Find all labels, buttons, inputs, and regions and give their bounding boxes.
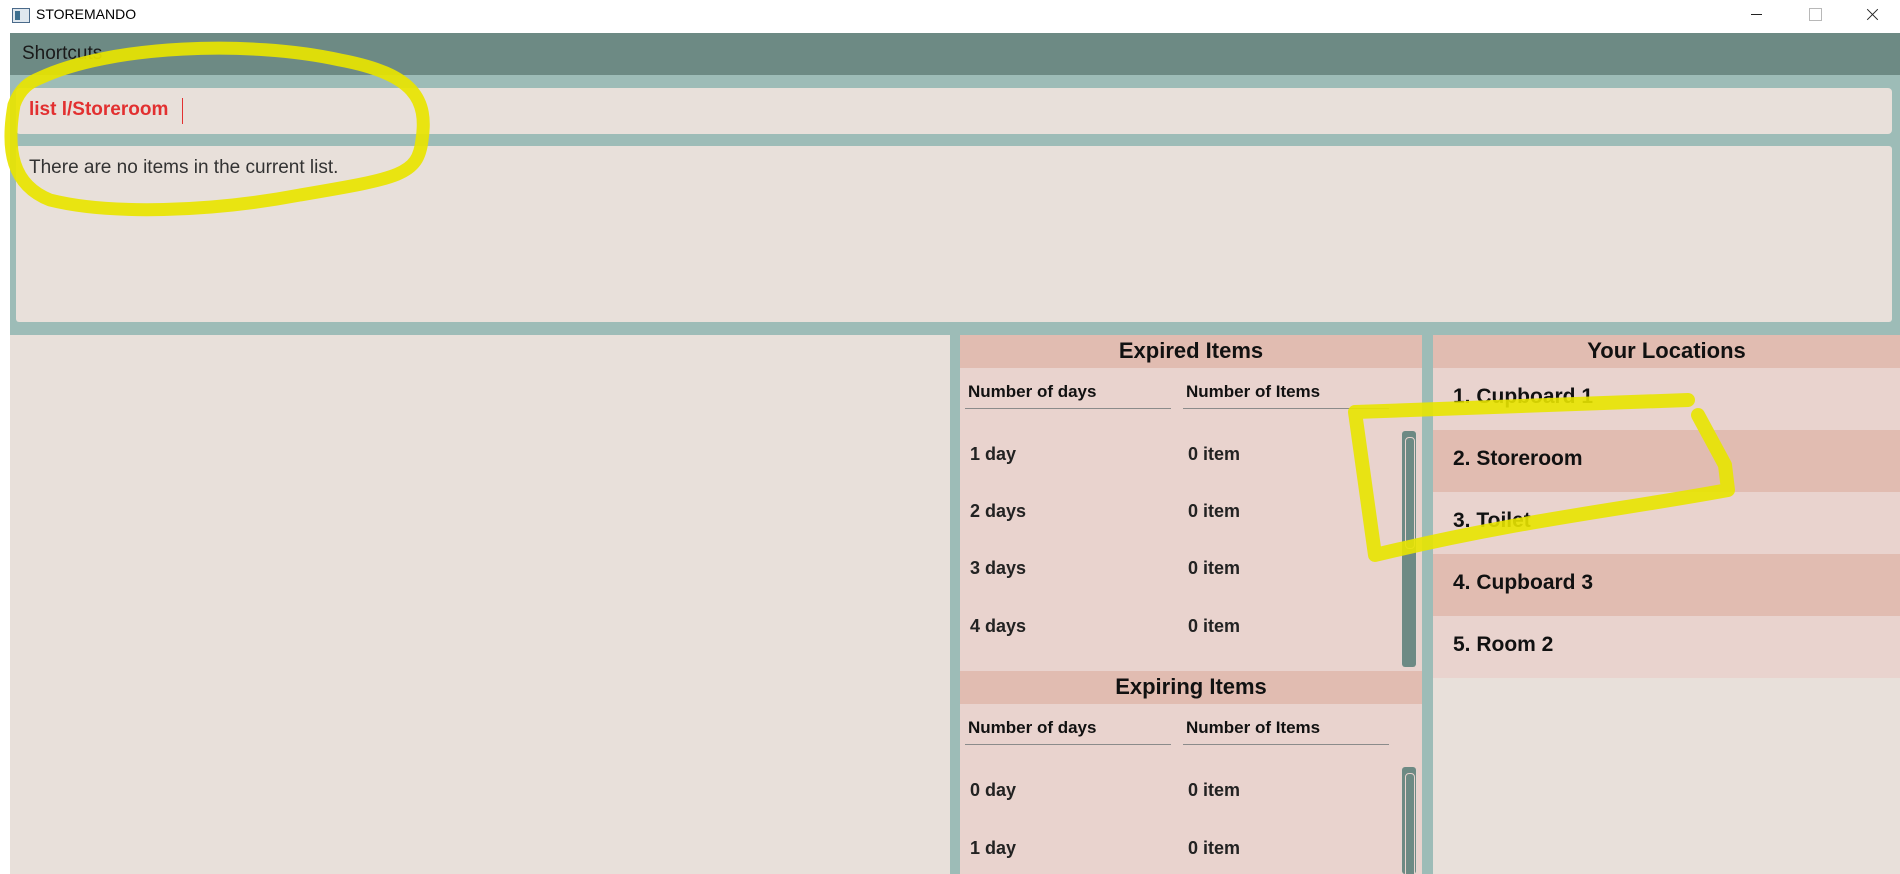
- location-item[interactable]: 5. Room 2: [1433, 616, 1900, 678]
- table-row[interactable]: 3 days 0 item: [960, 542, 1380, 599]
- expiring-table-header: Number of days Number of Items: [960, 704, 1422, 756]
- row-days: 1 day: [970, 444, 1017, 464]
- item-list-panel[interactable]: [10, 335, 950, 874]
- location-item[interactable]: 1. Cupboard 1: [1433, 368, 1900, 430]
- divider: [965, 408, 1171, 409]
- close-button[interactable]: [1843, 0, 1900, 30]
- expired-table-header: Number of days Number of Items: [960, 368, 1422, 420]
- location-item[interactable]: 4. Cupboard 3: [1433, 554, 1900, 616]
- result-message: There are no items in the current list.: [29, 157, 339, 178]
- scrollbar-thumb[interactable]: [1402, 431, 1416, 667]
- location-label: 4. Cupboard 3: [1453, 571, 1594, 594]
- divider: [1183, 744, 1389, 745]
- row-days: 1 day: [970, 838, 1017, 858]
- row-days: 2 days: [970, 501, 1027, 521]
- table-row[interactable]: 2 days 0 item: [960, 485, 1380, 542]
- row-items: 0 item: [1188, 501, 1241, 521]
- row-days: 3 days: [970, 558, 1027, 578]
- expiring-col-items: Number of Items: [1186, 718, 1321, 737]
- divider: [1183, 408, 1389, 409]
- app-icon: [12, 8, 30, 23]
- row-items: 0 item: [1188, 780, 1241, 800]
- location-item[interactable]: 2. Storeroom: [1433, 430, 1900, 492]
- table-row[interactable]: 0 day 0 item: [960, 764, 1380, 821]
- row-items: 0 item: [1188, 616, 1241, 636]
- expired-col-days: Number of days: [968, 382, 1097, 401]
- expiring-col-days: Number of days: [968, 718, 1097, 737]
- table-row[interactable]: 4 days 0 item: [960, 600, 1380, 657]
- table-row[interactable]: 1 day 0 item: [960, 428, 1380, 485]
- divider: [965, 744, 1171, 745]
- window-title: STOREMANDO: [36, 6, 137, 22]
- expiry-panel: Expired Items Number of days Number of I…: [960, 335, 1422, 874]
- location-label: 1. Cupboard 1: [1453, 385, 1594, 408]
- maximize-button[interactable]: [1785, 0, 1843, 30]
- expiring-scrollbar[interactable]: [1401, 767, 1417, 874]
- table-row[interactable]: 1 day 0 item: [960, 822, 1380, 874]
- expired-col-items: Number of Items: [1186, 382, 1321, 401]
- row-items: 0 item: [1188, 558, 1241, 578]
- menu-shortcuts[interactable]: Shortcuts: [22, 43, 102, 65]
- location-label: 3. Toilet: [1453, 509, 1531, 532]
- expiring-items-header: Expiring Items: [960, 671, 1422, 704]
- expired-scrollbar[interactable]: [1401, 431, 1417, 667]
- command-input-value: list l/Storeroom: [29, 99, 169, 120]
- app-window: Shortcuts list l/Storeroom There are no …: [10, 33, 1900, 874]
- title-bar: STOREMANDO: [0, 0, 1900, 33]
- row-items: 0 item: [1188, 444, 1241, 464]
- expired-items-header: Expired Items: [960, 335, 1422, 368]
- row-items: 0 item: [1188, 838, 1241, 858]
- locations-panel: Your Locations 1. Cupboard 1 2. Storeroo…: [1433, 335, 1900, 874]
- locations-header: Your Locations: [1433, 335, 1900, 368]
- menu-bar: Shortcuts: [10, 33, 1900, 75]
- row-days: 4 days: [970, 616, 1027, 636]
- minimize-button[interactable]: [1727, 0, 1785, 30]
- row-days: 0 day: [970, 780, 1017, 800]
- scrollbar-thumb[interactable]: [1402, 767, 1416, 874]
- location-label: 2. Storeroom: [1453, 447, 1583, 470]
- command-input[interactable]: list l/Storeroom: [16, 88, 1892, 134]
- location-item[interactable]: 3. Toilet: [1433, 492, 1900, 554]
- location-label: 5. Room 2: [1453, 633, 1554, 656]
- result-display[interactable]: There are no items in the current list.: [16, 146, 1892, 322]
- text-caret: [182, 98, 183, 124]
